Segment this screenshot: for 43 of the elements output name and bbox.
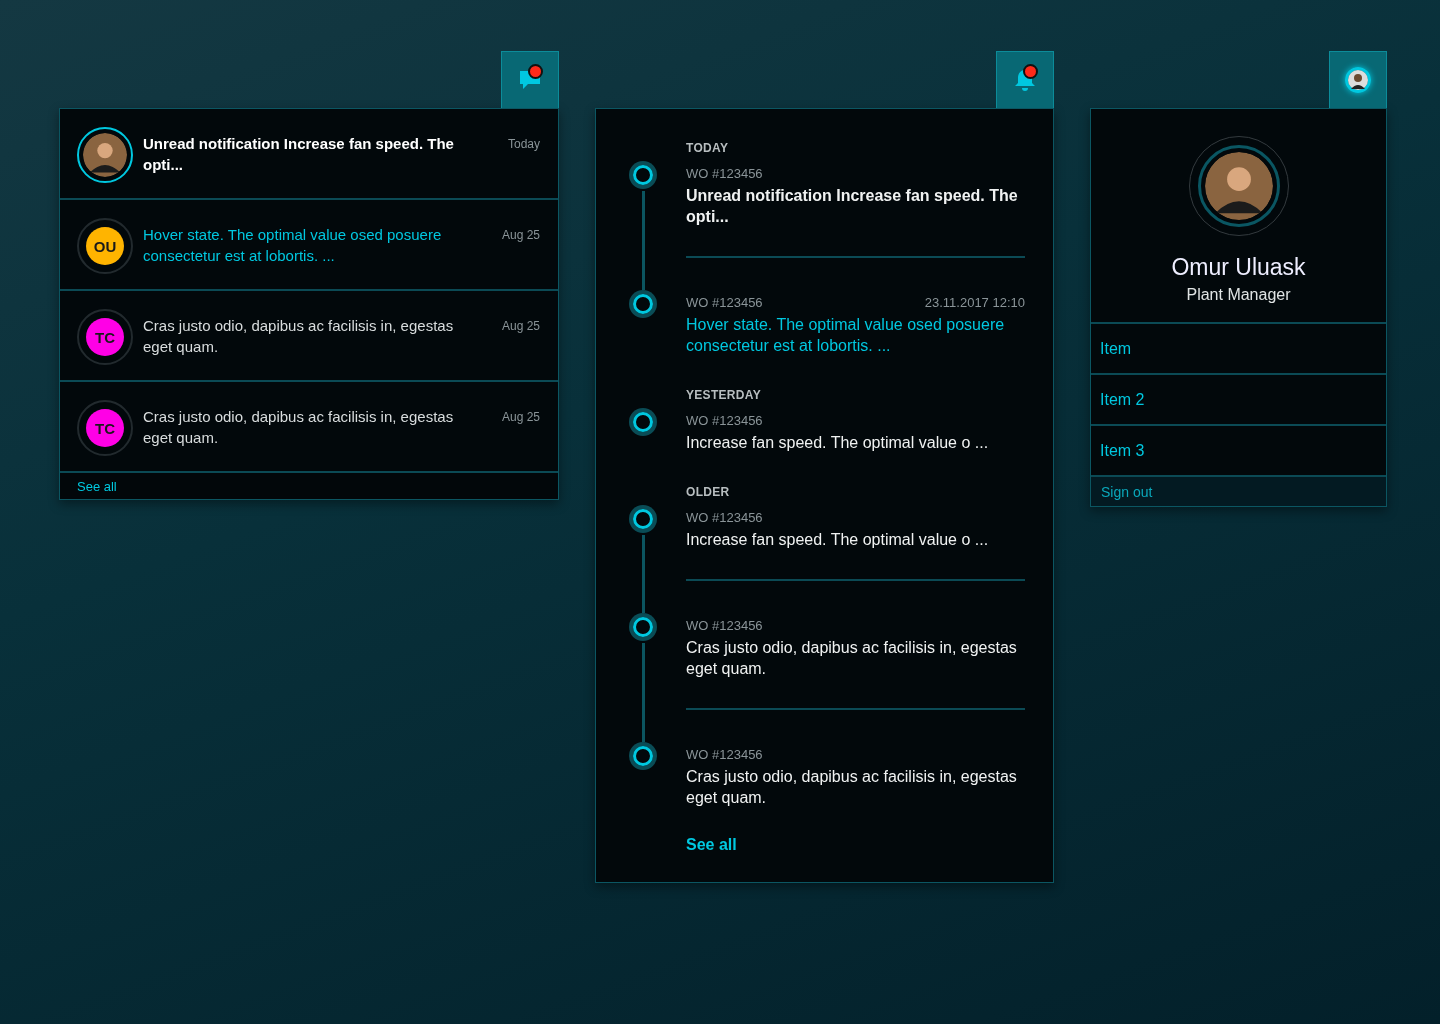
- work-order-number: WO #123456: [686, 165, 763, 181]
- notification-text[interactable]: Increase fan speed. The optimal value o ...: [686, 529, 1025, 550]
- profile-button[interactable]: [1329, 51, 1387, 108]
- avatar-icon: [1345, 67, 1371, 93]
- see-all-link[interactable]: See all: [60, 473, 558, 499]
- user-name: Omur Uluask: [1171, 254, 1306, 281]
- messages-button[interactable]: [501, 51, 559, 108]
- notifications-button[interactable]: [996, 51, 1054, 108]
- message-text: Hover state. The optimal value osed posuere consectetur est at lobortis. ...: [143, 225, 443, 266]
- section-heading: OLDER: [686, 485, 731, 499]
- avatar-initials: OU: [86, 227, 124, 265]
- message-text: Cras justo odio, dapibus ac facilisis in, egestas eget quam.: [143, 316, 455, 357]
- work-order-number: WO #123456: [686, 412, 763, 428]
- work-order-number: WO #123456: [686, 294, 763, 310]
- avatar-initials: TC: [86, 318, 124, 356]
- work-order-number: WO #123456: [686, 746, 763, 762]
- section-heading: YESTERDAY: [686, 388, 762, 402]
- message-row[interactable]: OU Hover state. The optimal value osed posuere consectetur est at lobortis. ... Aug 25: [60, 200, 558, 291]
- avatar-silhouette: [83, 133, 127, 177]
- message-text: Unread notification Increase fan speed. The opti...: [143, 134, 455, 175]
- work-order-number: WO #123456: [686, 617, 763, 633]
- menu-item[interactable]: Item: [1091, 324, 1386, 375]
- notification-text[interactable]: Cras justo odio, dapibus ac facilisis in, egestas eget quam.: [686, 637, 1025, 679]
- message-row[interactable]: TC Cras justo odio, dapibus ac facilisis in, egestas eget quam. Aug 25: [60, 291, 558, 382]
- message-row[interactable]: Unread notification Increase fan speed. The opti... Today: [60, 109, 558, 200]
- timestamp: 23.11.2017 12:10: [924, 294, 1025, 310]
- message-date: Today: [506, 136, 540, 151]
- sign-out-link[interactable]: Sign out: [1091, 477, 1386, 506]
- section-heading: TODAY: [686, 141, 730, 155]
- message-date: Aug 25: [500, 227, 540, 242]
- notification-text[interactable]: Increase fan speed. The optimal value o ...: [686, 432, 1025, 453]
- message-date: Aug 25: [500, 409, 540, 424]
- work-order-number: WO #123456: [686, 509, 763, 525]
- avatar-initials: TC: [86, 409, 124, 447]
- menu-item[interactable]: Item 2: [1091, 375, 1386, 426]
- user-role: Plant Manager: [1186, 286, 1291, 304]
- see-all-link[interactable]: See all: [686, 836, 1025, 854]
- notification-text[interactable]: Unread notification Increase fan speed. The opti...: [686, 185, 1025, 227]
- notification-text[interactable]: Hover state. The optimal value osed posuere consectetur est at lobortis. ...: [686, 314, 1025, 356]
- avatar-silhouette: [1204, 152, 1273, 220]
- notification-text[interactable]: Cras justo odio, dapibus ac facilisis in, egestas eget quam.: [686, 766, 1025, 808]
- message-text: Cras justo odio, dapibus ac facilisis in, egestas eget quam.: [143, 407, 455, 448]
- message-date: Aug 25: [500, 318, 540, 333]
